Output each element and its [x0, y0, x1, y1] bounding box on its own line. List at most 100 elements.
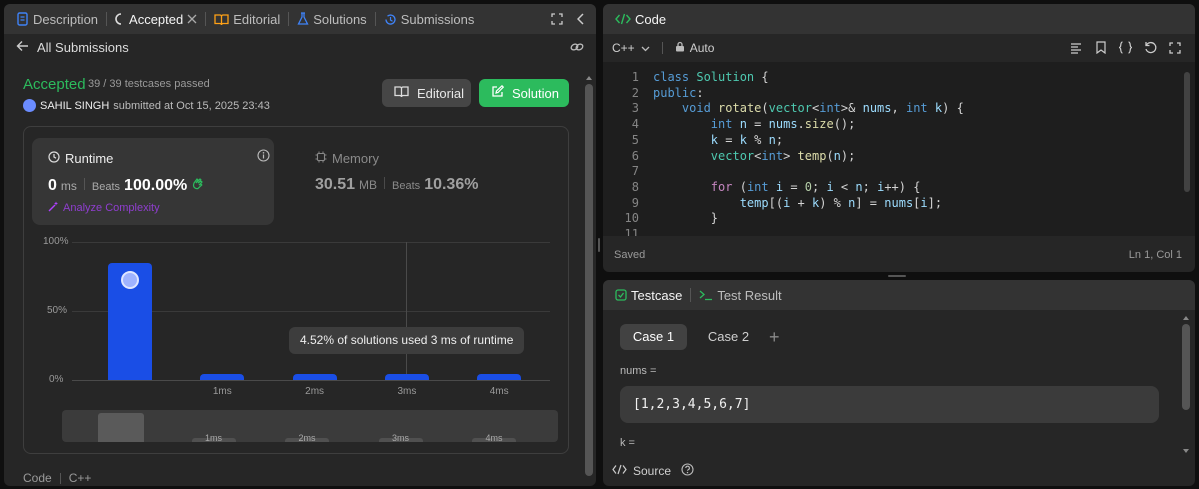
case-1-tab[interactable]: Case 1 — [620, 324, 687, 350]
line-code: void rotate(vector<int>& nums, int k) { — [681, 101, 964, 116]
status-title: Accepted — [23, 76, 86, 93]
line-code: int n = nums.size(); — [710, 117, 856, 132]
case-2-tab[interactable]: Case 2 — [695, 324, 762, 350]
tab-divider — [374, 12, 376, 26]
tab-test-result[interactable]: Test Result — [695, 280, 785, 310]
y-tick-label: 50% — [47, 305, 68, 316]
expand-icon[interactable] — [1169, 42, 1181, 57]
avatar — [23, 99, 36, 112]
tab-accepted[interactable]: Accepted — [111, 4, 201, 34]
history-icon — [384, 13, 397, 26]
left-scrollbar[interactable] — [584, 76, 594, 480]
collapse-icon[interactable] — [576, 13, 585, 28]
arrow-left-icon[interactable] — [16, 40, 29, 55]
tab-submissions[interactable]: Submissions — [380, 4, 479, 34]
left-tabbar: Description Accepted Editorial Solutions… — [4, 4, 596, 34]
source-label: Source — [633, 464, 672, 478]
save-status: Saved — [614, 249, 646, 261]
link-icon[interactable] — [570, 41, 584, 56]
line-number: 10 — [624, 211, 639, 226]
x-tick-label: 4ms — [489, 386, 509, 397]
close-icon[interactable] — [187, 14, 197, 24]
tab-testcase[interactable]: Testcase — [611, 280, 686, 310]
format-icon[interactable] — [1070, 42, 1082, 57]
scroll-thumb[interactable] — [585, 84, 593, 476]
chart-bar-3ms[interactable] — [384, 373, 429, 380]
submitter-row: SAHIL SINGH submitted at Oct 15, 2025 23… — [23, 99, 270, 112]
tab-solutions[interactable]: Solutions — [293, 4, 370, 34]
line-number: 7 — [631, 164, 639, 179]
performance-card: Runtime 0 ms Beats 100.00% Analyze Compl… — [23, 126, 569, 454]
help-icon[interactable] — [681, 463, 694, 479]
gridline — [72, 380, 550, 381]
all-submissions-link[interactable]: All Submissions — [37, 40, 129, 55]
line-code: vector<int> temp(n); — [710, 148, 856, 163]
scroll-up-arrow[interactable] — [1183, 316, 1189, 320]
editor-scroll-thumb[interactable] — [1184, 72, 1190, 192]
scroll-up-arrow[interactable] — [586, 76, 592, 80]
line-number: 6 — [631, 148, 639, 163]
testcase-panel: Testcase Test Result Case 1 Case 2 + num… — [603, 280, 1195, 486]
book-icon — [214, 13, 229, 26]
code-editor[interactable]: 1 class Solution {2 public: 3 void rotate(v… — [603, 62, 1195, 236]
test-scrollbar[interactable] — [1181, 316, 1191, 456]
line-number: 1 — [631, 70, 639, 84]
line-number: 9 — [631, 195, 639, 210]
runtime-distribution-chart[interactable]: 100% 50% 0% 1ms 2ms 3ms 4ms 4.52% of soluti… — [24, 127, 570, 455]
line-number: 5 — [631, 132, 639, 147]
reset-icon[interactable] — [1144, 41, 1157, 57]
code-icon — [612, 464, 627, 478]
x-tick-label: 3ms — [397, 386, 417, 397]
tab-description[interactable]: Description — [12, 4, 102, 34]
line-number: 11 — [624, 227, 639, 236]
minimap-label: 4ms — [485, 433, 503, 443]
case-2-label: Case 2 — [707, 329, 750, 344]
line-code: temp[(i + k) % n] = nums[i]; — [739, 195, 943, 210]
editorial-button-label: Editorial — [417, 85, 464, 101]
maximize-icon[interactable] — [551, 13, 563, 28]
tab-accepted-label: Accepted — [129, 11, 184, 27]
test-tabbar: Testcase Test Result — [603, 280, 1195, 310]
x-tick-label: 1ms — [212, 386, 232, 397]
add-case-button[interactable]: + — [769, 325, 780, 349]
nums-input[interactable]: [1,2,3,4,5,6,7] — [620, 386, 1159, 423]
horizontal-resize-handle[interactable] — [888, 275, 906, 277]
chart-range-slider[interactable]: 1ms 2ms 3ms 4ms — [62, 410, 558, 443]
chart-tooltip: 4.52% of solutions used 3 ms of runtime — [289, 327, 525, 354]
chart-bar-0ms[interactable] — [108, 262, 152, 380]
line-code: class Solution { — [653, 70, 769, 84]
code-tabbar: Code — [603, 4, 1195, 34]
testcases-passed: 39 / 39 testcases passed — [88, 78, 210, 90]
tab-code[interactable]: Code — [611, 4, 670, 34]
x-tick-label: 2ms — [305, 386, 325, 397]
vertical-resize-handle[interactable] — [598, 238, 600, 252]
scroll-down-arrow[interactable] — [1183, 449, 1189, 453]
code-icon — [615, 13, 631, 25]
footer-divider — [59, 472, 61, 484]
code-panel: Code C++ Auto 1 class Solution {2 public: 3… — [603, 4, 1195, 272]
spinner-icon — [115, 13, 125, 25]
book-icon — [394, 85, 409, 101]
solution-button[interactable]: Solution — [479, 79, 569, 107]
editorial-button[interactable]: Editorial — [382, 79, 471, 107]
braces-icon[interactable] — [1118, 41, 1133, 57]
tab-editorial[interactable]: Editorial — [210, 4, 284, 34]
chart-bar-2ms[interactable] — [292, 374, 337, 380]
source-button[interactable]: Source — [612, 463, 694, 479]
tab-editorial-label: Editorial — [233, 11, 281, 27]
editor-scrollbar[interactable] — [1183, 64, 1191, 232]
language-select[interactable]: C++ — [612, 41, 650, 55]
line-code: public: — [653, 85, 704, 100]
chart-bar-4ms[interactable] — [477, 374, 522, 380]
tab-submissions-label: Submissions — [400, 11, 475, 27]
nums-value: [1,2,3,4,5,6,7] — [633, 397, 751, 412]
scroll-thumb[interactable] — [1182, 324, 1190, 410]
code-toolbar: C++ Auto — [603, 34, 1195, 62]
submitter-name[interactable]: SAHIL SINGH — [40, 100, 109, 112]
tab-test-result-label: Test Result — [717, 287, 782, 303]
editor-statusbar: Saved Ln 1, Col 1 — [603, 244, 1195, 264]
submitted-at: submitted at Oct 15, 2025 23:43 — [113, 99, 270, 112]
bookmark-icon[interactable] — [1096, 41, 1106, 57]
auto-mode[interactable]: Auto — [675, 41, 714, 55]
chart-bar-1ms[interactable] — [200, 374, 245, 380]
